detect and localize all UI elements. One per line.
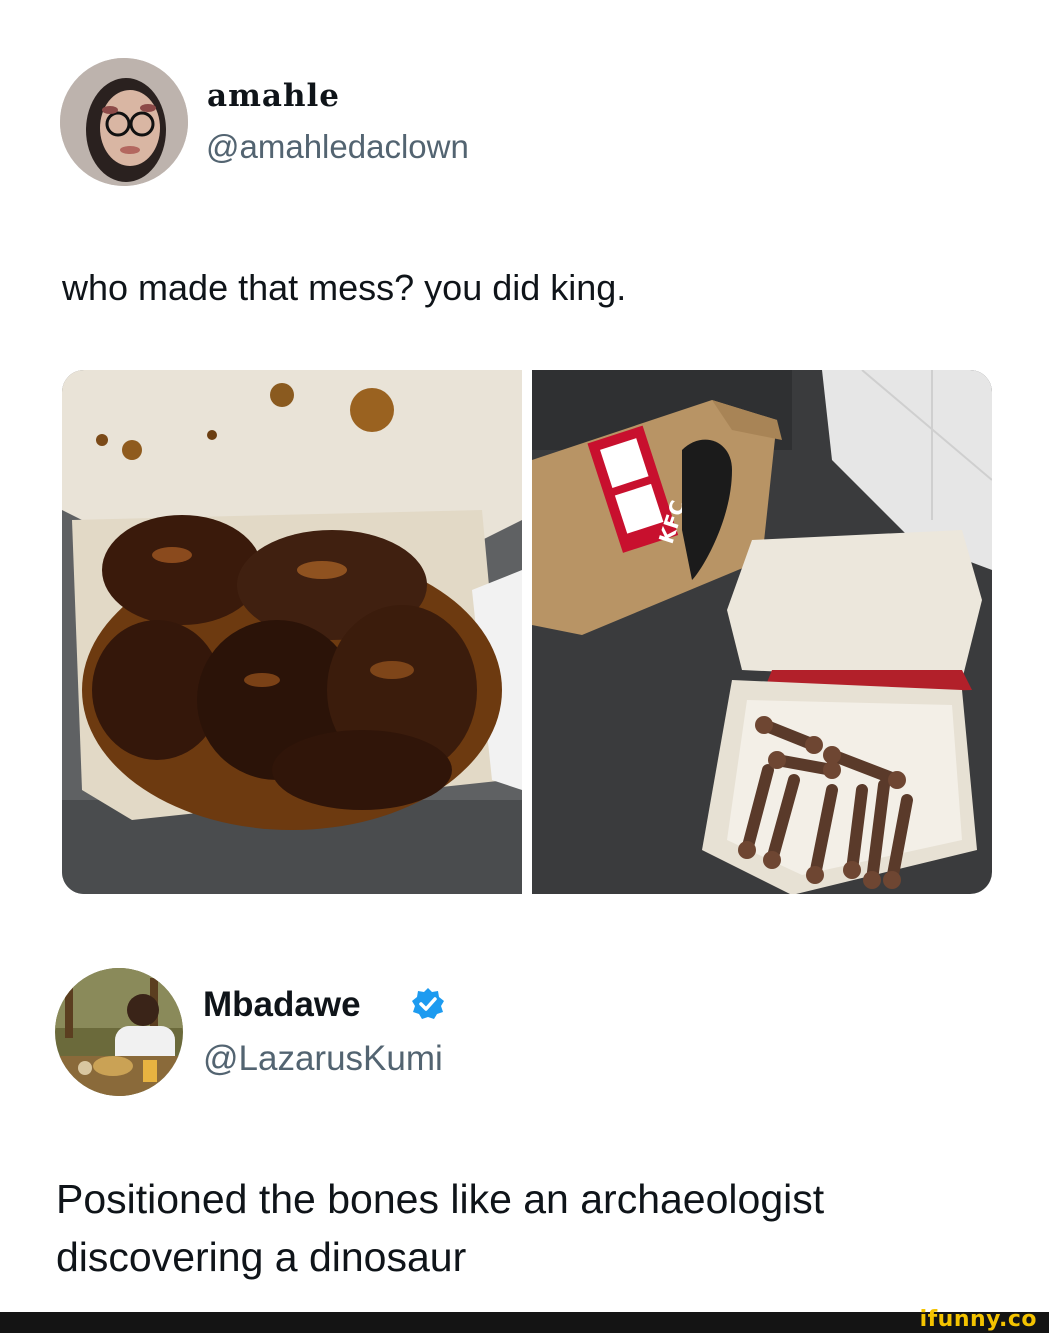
reply-author-name[interactable]: Mbadawe [203,985,361,1025]
reply-text-line: Positioned the bones like an archaeologi… [56,1176,825,1222]
reply-text: Positioned the bones like an archaeologi… [56,1170,1016,1286]
verified-badge-icon [410,986,446,1027]
reply-text-line: discovering a dinosaur [56,1234,467,1280]
avatar[interactable] [60,58,188,186]
saucy-chicken-wings-photo[interactable] [62,370,522,894]
reply-author-handle[interactable]: @LazarusKumi [203,1039,443,1079]
footer-bar: ifunny.co [0,1307,1049,1333]
author-name[interactable]: amahle [207,78,340,114]
ifunny-watermark: ifunny.co [919,1307,1037,1332]
tweet-photo-grid: KFC [62,370,992,894]
tweet-text: who made that mess? you did king. [62,267,627,308]
kfc-bag-and-bones-photo[interactable]: KFC [532,370,992,894]
author-handle[interactable]: @amahledaclown [206,128,469,166]
avatar[interactable] [55,968,183,1096]
